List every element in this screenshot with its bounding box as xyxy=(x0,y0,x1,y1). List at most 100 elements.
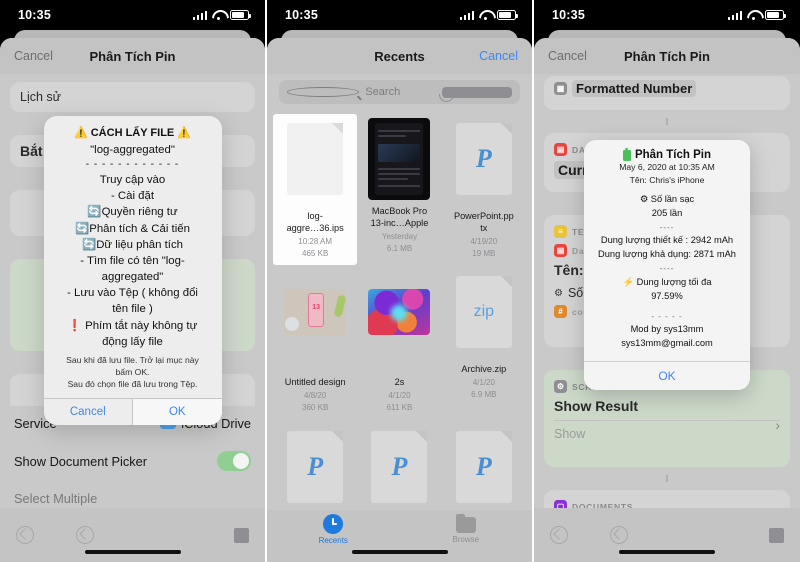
redo-icon[interactable] xyxy=(610,526,628,544)
artwork-image-icon xyxy=(368,289,431,336)
file-browser: Search log- aggre…36.ips 10:28 AM 465 KB xyxy=(267,74,532,562)
file-thumbnail: P xyxy=(368,430,430,513)
result-line: ---- xyxy=(659,222,675,232)
calendar-icon: ▤ xyxy=(554,244,567,257)
desk-image-icon xyxy=(284,289,347,336)
file-name: Archive.zip xyxy=(461,364,507,375)
stop-button[interactable] xyxy=(769,527,784,543)
result-ok-button[interactable]: OK xyxy=(584,361,750,390)
wifi-icon xyxy=(747,10,760,20)
alert-line: 🔄Phân tích & Cải tiến xyxy=(75,222,190,235)
battery-icon xyxy=(622,147,631,161)
file-size: 6.9 MB xyxy=(471,390,497,400)
zip-icon: zip xyxy=(455,276,512,349)
file-item-powerpoint[interactable]: P PowerPoint.pp tx 4/19/20 19 MB xyxy=(442,114,526,265)
chevron-right-icon[interactable]: › xyxy=(775,417,780,433)
phone-image-icon xyxy=(368,118,431,200)
result-alert-dialog[interactable]: Phân Tích Pin May 6, 2020 at 10:35 AM Tê… xyxy=(584,140,750,391)
alert-line: Sau khi đã lưu file. Trở lại mục này xyxy=(66,355,199,366)
file-name: MacBook Pro 13-inc…Apple xyxy=(370,206,429,228)
phone-panel-middle: 10:35 Recents Cancel Search log- aggre…3… xyxy=(267,0,534,562)
cancel-button[interactable]: Cancel xyxy=(479,49,518,63)
alert-line: aggregated" xyxy=(101,271,164,284)
file-thumbnail: P xyxy=(284,430,346,513)
instruction-alert-dialog[interactable]: ⚠️ CÁCH LẤY FILE ⚠️ "log-aggregated" - -… xyxy=(43,116,222,426)
phone-panel-left: 10:35 Cancel Phân Tích Pin Lịch sử Bắt S… xyxy=(0,0,267,562)
document-icon xyxy=(287,123,344,195)
cancel-button[interactable]: Cancel xyxy=(14,49,53,63)
result-timestamp: May 6, 2020 at 10:35 AM xyxy=(619,162,715,172)
status-time: 10:35 xyxy=(18,8,51,22)
clock-icon xyxy=(323,514,344,534)
file-item-log-aggregated[interactable]: log- aggre…36.ips 10:28 AM 465 KB xyxy=(273,114,358,266)
file-item-untitled-design[interactable]: Untitled design 4/8/20 360 KB xyxy=(273,267,357,420)
wifi-icon xyxy=(212,10,225,20)
powerpoint-icon: P xyxy=(287,430,344,503)
alert-line: - Tìm file có tên "log- xyxy=(80,254,185,267)
file-grid: log- aggre…36.ips 10:28 AM 465 KB MacBoo… xyxy=(267,114,532,562)
setting-row-document-picker[interactable]: Show Document Picker xyxy=(0,441,265,481)
alert-line: ❗ Phím tắt này không tự xyxy=(67,319,198,332)
status-indicators xyxy=(192,10,251,20)
status-bar-right: 10:35 xyxy=(534,0,800,30)
status-indicators xyxy=(459,10,518,20)
cellular-bars-icon xyxy=(192,10,207,20)
sheet-left: Cancel Phân Tích Pin Lịch sử Bắt đầu phâ… xyxy=(0,30,265,562)
battery-icon xyxy=(497,10,518,20)
search-input[interactable]: Search xyxy=(279,80,520,104)
file-date: Yesterday xyxy=(381,231,418,241)
file-date: 4/19/20 xyxy=(470,236,498,246)
undo-icon[interactable] xyxy=(16,526,34,544)
action-connector xyxy=(666,118,668,125)
redo-icon[interactable] xyxy=(76,526,94,544)
action-label: Lịch sử xyxy=(20,90,62,104)
file-thumbnail: zip xyxy=(453,276,515,358)
file-name: log- aggre…36.ips xyxy=(286,211,344,233)
alert-content: ⚠️ CÁCH LẤY FILE ⚠️ "log-aggregated" - -… xyxy=(44,116,222,398)
tab-browse[interactable]: Browse xyxy=(400,514,533,544)
document-picker-toggle[interactable] xyxy=(217,451,251,471)
result-line: sys13mm@gmail.com xyxy=(621,338,713,349)
tab-recents[interactable]: Recents xyxy=(267,514,400,545)
search-placeholder: Search xyxy=(365,86,401,98)
file-item-archive-zip[interactable]: zip Archive.zip 4/1/20 6.9 MB xyxy=(442,267,526,420)
result-line: 97.59% xyxy=(651,290,683,301)
file-item-macbook-pro[interactable]: MacBook Pro 13-inc…Apple Yesterday 6.1 M… xyxy=(357,114,441,265)
result-line: Dung lượng thiết kế : 2942 mAh xyxy=(600,235,734,246)
setting-row-select-multiple[interactable]: Select Multiple xyxy=(0,481,265,508)
tab-label: Browse xyxy=(452,535,480,544)
status-time: 10:35 xyxy=(552,8,585,22)
alert-cancel-button[interactable]: Cancel xyxy=(44,399,133,425)
file-thumbnail: P xyxy=(453,430,515,513)
wifi-icon xyxy=(479,10,492,20)
stop-button[interactable] xyxy=(234,527,249,543)
status-bar-left: 10:35 xyxy=(0,0,265,30)
cellular-bars-icon xyxy=(459,10,474,20)
nav-bar-left: Cancel Phân Tích Pin xyxy=(0,38,265,74)
folder-icon xyxy=(455,514,476,533)
action-connector xyxy=(666,475,668,482)
undo-icon[interactable] xyxy=(550,526,568,544)
calendar-icon: ▤ xyxy=(554,143,567,156)
file-item-2s[interactable]: 2s 4/1/20 611 KB xyxy=(357,267,441,420)
status-time: 10:35 xyxy=(285,8,318,22)
action-card-history[interactable]: Lịch sử xyxy=(10,82,255,112)
file-thumbnail xyxy=(284,289,347,371)
cancel-button[interactable]: Cancel xyxy=(548,49,587,63)
powerpoint-icon: P xyxy=(455,430,512,503)
file-thumbnail xyxy=(284,123,346,205)
result-line: Mod by sys13mm xyxy=(630,324,704,335)
alert-line: bấm OK. xyxy=(115,367,150,378)
action-card-formatted-number[interactable]: ▦ Formatted Number xyxy=(544,76,790,110)
alert-ok-button[interactable]: OK xyxy=(132,399,222,426)
sheet-middle: Recents Cancel Search log- aggre…36.ips … xyxy=(267,30,532,562)
microphone-icon[interactable] xyxy=(438,86,512,102)
file-name: 2s xyxy=(394,377,405,388)
nav-bar-right: Cancel Phân Tích Pin xyxy=(534,38,800,74)
alert-line: tên file ) xyxy=(112,303,153,316)
count-icon: # xyxy=(554,305,567,318)
tab-bar: Recents Browse xyxy=(267,510,532,562)
alert-line: ⚠️ CÁCH LẤY FILE ⚠️ xyxy=(73,127,192,139)
file-thumbnail xyxy=(368,118,431,200)
tab-label: Recents xyxy=(318,536,348,545)
